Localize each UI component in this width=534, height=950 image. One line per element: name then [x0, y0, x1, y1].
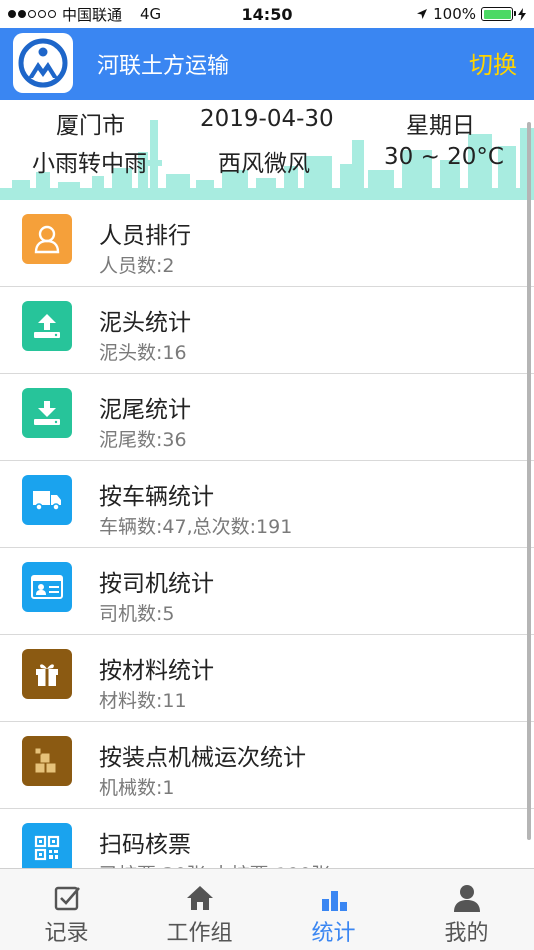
list-item-vehicle-statistics[interactable]: 按车辆统计 车辆数:47,总次数:191 — [0, 461, 534, 548]
tab-label: 我的 — [444, 921, 489, 946]
list-item-title: 泥尾统计 — [99, 397, 191, 423]
list-item-machinery-statistics[interactable]: 按装点机械运次统计 机械数:1 — [0, 722, 534, 809]
tab-label: 统计 — [311, 921, 356, 946]
app-header: 河联土方运输 切换 — [0, 28, 534, 100]
statistics-list[interactable]: 人员排行 人员数:2 泥头统计 泥头数:16 泥尾统计 泥尾数:36 按车辆统计… — [0, 200, 534, 868]
battery-icon — [481, 7, 516, 21]
tab-records[interactable]: 记录 — [0, 869, 133, 950]
truck-icon — [22, 475, 72, 525]
list-item-head-statistics[interactable]: 泥头统计 泥头数:16 — [0, 287, 534, 374]
weather-temperature: 30 ~ 20°C — [384, 144, 504, 170]
upload-icon — [22, 301, 72, 351]
location-arrow-icon — [417, 9, 428, 19]
list-item-title: 按装点机械运次统计 — [99, 745, 306, 771]
app-logo — [13, 33, 73, 93]
list-item-title: 泥头统计 — [99, 310, 191, 336]
id-card-icon — [22, 562, 72, 612]
weather-wind: 西风微风 — [218, 151, 310, 177]
battery-percent: 100% — [433, 5, 476, 23]
list-item-title: 人员排行 — [99, 223, 191, 249]
weather-panel: 厦门市 2019-04-30 星期日 小雨转中雨 西风微风 30 ~ 20°C — [0, 100, 534, 200]
list-item-material-statistics[interactable]: 按材料统计 材料数:11 — [0, 635, 534, 722]
user-icon — [453, 885, 480, 912]
list-item-person-ranking[interactable]: 人员排行 人员数:2 — [0, 200, 534, 287]
list-item-title: 扫码核票 — [99, 832, 191, 858]
status-right: 100% — [416, 5, 526, 23]
home-icon — [186, 886, 213, 910]
weather-condition: 小雨转中雨 — [32, 151, 147, 177]
weather-city: 厦门市 — [56, 113, 125, 139]
tab-statistics[interactable]: 统计 — [267, 869, 400, 950]
app-title: 河联土方运输 — [97, 54, 230, 79]
weather-weekday: 星期日 — [406, 113, 475, 139]
list-item-title: 按材料统计 — [99, 658, 214, 684]
list-item-tail-statistics[interactable]: 泥尾统计 泥尾数:36 — [0, 374, 534, 461]
download-icon — [22, 388, 72, 438]
status-bar: 中国联通 4G 14:50 100% — [0, 0, 534, 28]
list-item-subtitle: 泥尾数:36 — [99, 429, 187, 451]
list-item-subtitle: 车辆数:47,总次数:191 — [99, 516, 293, 538]
list-item-ticket-scan[interactable]: 扫码核票 已核票:30张,未核票:190张 — [0, 809, 534, 868]
person-icon — [22, 214, 72, 264]
list-item-subtitle: 机械数:1 — [99, 777, 175, 799]
gift-icon — [22, 649, 72, 699]
list-scrollbar[interactable] — [527, 122, 531, 840]
list-item-title: 按车辆统计 — [99, 484, 214, 510]
qr-code-icon — [22, 823, 72, 868]
tab-label: 工作组 — [166, 921, 233, 946]
boxes-icon — [22, 736, 72, 786]
switch-button[interactable]: 切换 — [469, 45, 517, 80]
tab-workgroup[interactable]: 工作组 — [133, 869, 266, 950]
list-item-subtitle: 人员数:2 — [99, 255, 175, 277]
bottom-tab-bar: 记录 工作组 统计 我的 — [0, 868, 534, 950]
bar-chart-icon — [321, 891, 347, 911]
list-item-subtitle: 材料数:11 — [99, 690, 187, 712]
list-item-subtitle: 泥头数:16 — [99, 342, 187, 364]
weather-date: 2019-04-30 — [200, 106, 334, 132]
list-item-title: 按司机统计 — [99, 571, 214, 597]
list-item-subtitle: 已核票:30张,未核票:190张 — [99, 860, 330, 868]
list-item-subtitle: 司机数:5 — [99, 603, 175, 625]
tab-label: 记录 — [44, 921, 89, 946]
tab-mine[interactable]: 我的 — [400, 869, 533, 950]
list-item-driver-statistics[interactable]: 按司机统计 司机数:5 — [0, 548, 534, 635]
checkbox-icon — [54, 886, 80, 911]
charging-bolt-icon — [518, 7, 526, 21]
